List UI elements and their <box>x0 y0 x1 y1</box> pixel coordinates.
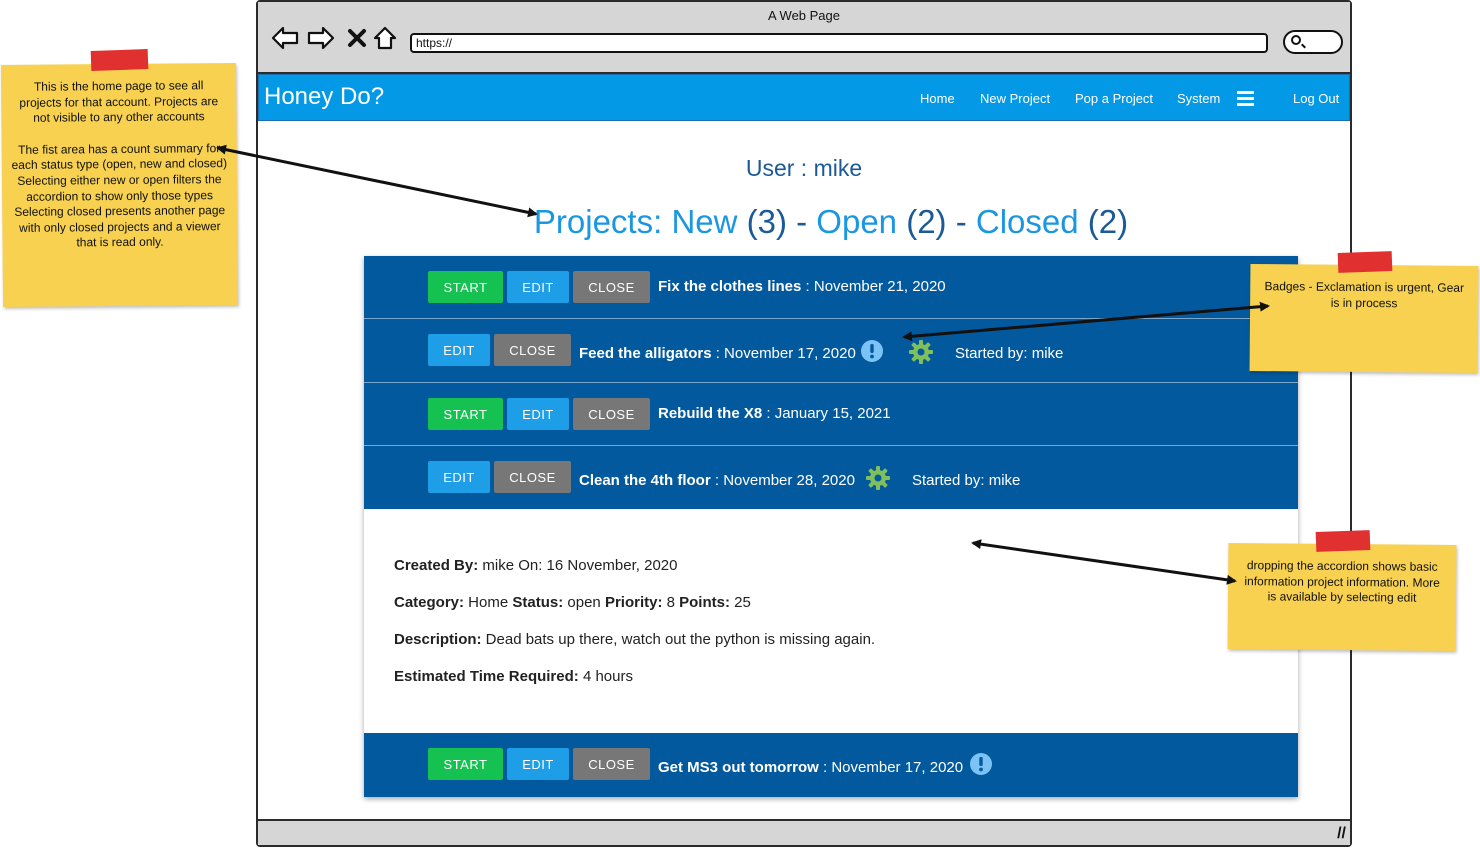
app-navbar: Honey Do? Home New Project Pop a Project… <box>258 74 1350 121</box>
project-title[interactable]: Rebuild the X8 : January 15, 2021 <box>658 405 891 422</box>
gear-icon <box>865 465 891 496</box>
edit-button[interactable]: EDIT <box>428 461 490 493</box>
exclamation-icon <box>969 752 993 781</box>
note-home-p4: Selecting closed presents another page w… <box>14 203 226 250</box>
project-title[interactable]: Feed the alligators : November 17, 2020 <box>579 345 856 362</box>
user-heading: User : mike <box>745 155 863 181</box>
back-icon[interactable] <box>270 24 300 52</box>
filter-open-link[interactable]: Open <box>816 203 897 240</box>
project-title[interactable]: Clean the 4th floor : November 28, 2020 <box>579 472 855 489</box>
close-button[interactable]: CLOSE <box>494 461 571 493</box>
started-by: Started by: mike <box>912 472 1020 489</box>
sticky-note-badges: Badges - Exclamation is urgent, Gear is … <box>1249 264 1479 373</box>
resize-grip-icon[interactable]: // <box>1337 825 1346 843</box>
filter-closed-link[interactable]: Closed <box>976 203 1079 240</box>
project-row[interactable]: START EDIT CLOSE Fix the clothes lines :… <box>364 256 1298 319</box>
new-count: (3) - <box>737 203 817 240</box>
project-name: Get MS3 out tomorrow <box>658 759 819 776</box>
nav-logout[interactable]: Log Out <box>1293 91 1339 106</box>
project-name: Feed the alligators <box>579 345 712 362</box>
sticky-note-home: This is the home page to see all project… <box>0 62 239 308</box>
menu-icon[interactable] <box>1237 91 1254 106</box>
close-button[interactable]: CLOSE <box>494 334 571 366</box>
open-count: (2) - <box>897 203 976 240</box>
detail-description: Description: Dead bats up there, watch o… <box>394 631 876 648</box>
project-date: : November 17, 2020 <box>818 759 964 776</box>
url-bar[interactable]: https:// <box>410 33 1268 53</box>
project-row[interactable]: START EDIT CLOSE Rebuild the X8 : Januar… <box>364 383 1298 446</box>
gear-icon <box>908 339 934 370</box>
project-row[interactable]: START EDIT CLOSE Get MS3 out tomorrow : … <box>364 733 1298 797</box>
note-home-p3: Selecting either new or open filters the… <box>17 172 222 204</box>
edit-button[interactable]: EDIT <box>507 748 569 780</box>
edit-button[interactable]: EDIT <box>507 398 569 430</box>
nav-pop-project[interactable]: Pop a Project <box>1075 91 1153 106</box>
project-name: Rebuild the X8 <box>658 405 763 422</box>
sticky-note-accordion: dropping the accordion shows basic infor… <box>1227 543 1457 651</box>
window-title: A Web Page <box>767 8 841 23</box>
project-title[interactable]: Fix the clothes lines : November 21, 202… <box>658 278 946 295</box>
filter-new-link[interactable]: New <box>671 203 737 240</box>
project-row-expanded[interactable]: EDIT CLOSE Clean the 4th floor : Novembe… <box>364 446 1298 509</box>
browser-search[interactable] <box>1283 30 1343 54</box>
edit-button[interactable]: EDIT <box>507 271 569 303</box>
nav-home[interactable]: Home <box>920 91 955 106</box>
project-date: : November 21, 2020 <box>801 278 946 295</box>
search-icon <box>1291 35 1301 45</box>
detail-created: Created By: mike On: 16 November, 2020 <box>394 557 678 574</box>
note-home-p1: This is the home page to see all project… <box>19 78 219 125</box>
exclamation-icon <box>860 339 884 368</box>
close-button[interactable]: CLOSE <box>573 748 650 780</box>
project-date: : January 15, 2021 <box>762 405 891 422</box>
start-button[interactable]: START <box>428 398 503 430</box>
project-title[interactable]: Get MS3 out tomorrow : November 17, 2020 <box>658 759 963 776</box>
started-user: mike <box>984 472 1021 489</box>
forward-icon[interactable] <box>306 24 336 52</box>
detail-time: Estimated Time Required: 4 hours <box>394 668 633 685</box>
started-by: Started by: mike <box>955 345 1063 362</box>
project-detail-panel: Created By: mike On: 16 November, 2020 C… <box>364 509 1298 733</box>
note-accordion-text: dropping the accordion shows basic infor… <box>1244 558 1440 605</box>
closed-count: (2) <box>1078 203 1129 240</box>
started-label: Started by: <box>955 345 1028 362</box>
note-tape <box>1337 251 1393 273</box>
project-name: Fix the clothes lines <box>658 278 802 295</box>
project-date: : November 28, 2020 <box>710 472 855 489</box>
close-button[interactable]: CLOSE <box>573 398 650 430</box>
detail-category: Category: Home Status: open Priority: 8 … <box>394 594 751 611</box>
started-user: mike <box>1027 345 1064 362</box>
project-name: Clean the 4th floor <box>579 472 711 489</box>
stop-icon[interactable] <box>342 24 372 52</box>
project-date: : November 17, 2020 <box>711 345 856 362</box>
project-row[interactable]: EDIT CLOSE Feed the alligators : Novembe… <box>364 319 1298 383</box>
close-button[interactable]: CLOSE <box>573 271 650 303</box>
note-home-p2: The fist area has a count summary for ea… <box>11 140 228 173</box>
start-button[interactable]: START <box>428 271 503 303</box>
nav-system[interactable]: System <box>1177 91 1220 106</box>
nav-new-project[interactable]: New Project <box>980 91 1050 106</box>
brand-logo[interactable]: Honey Do? <box>264 83 384 111</box>
browser-toolbar: A Web Page https:// <box>258 2 1350 74</box>
browser-statusbar: // <box>258 819 1350 845</box>
status-summary: Projects: New (3) - Open (2) - Closed (2… <box>258 203 1404 241</box>
edit-button[interactable]: EDIT <box>428 334 490 366</box>
summary-prefix: Projects: <box>533 203 672 240</box>
note-tape <box>1315 530 1371 552</box>
project-accordion: START EDIT CLOSE Fix the clothes lines :… <box>364 256 1298 797</box>
start-button[interactable]: START <box>428 748 503 780</box>
started-label: Started by: <box>912 472 985 489</box>
note-badges-text: Badges - Exclamation is urgent, Gear is … <box>1264 279 1465 310</box>
home-icon[interactable] <box>370 24 400 52</box>
note-tape <box>90 49 149 71</box>
